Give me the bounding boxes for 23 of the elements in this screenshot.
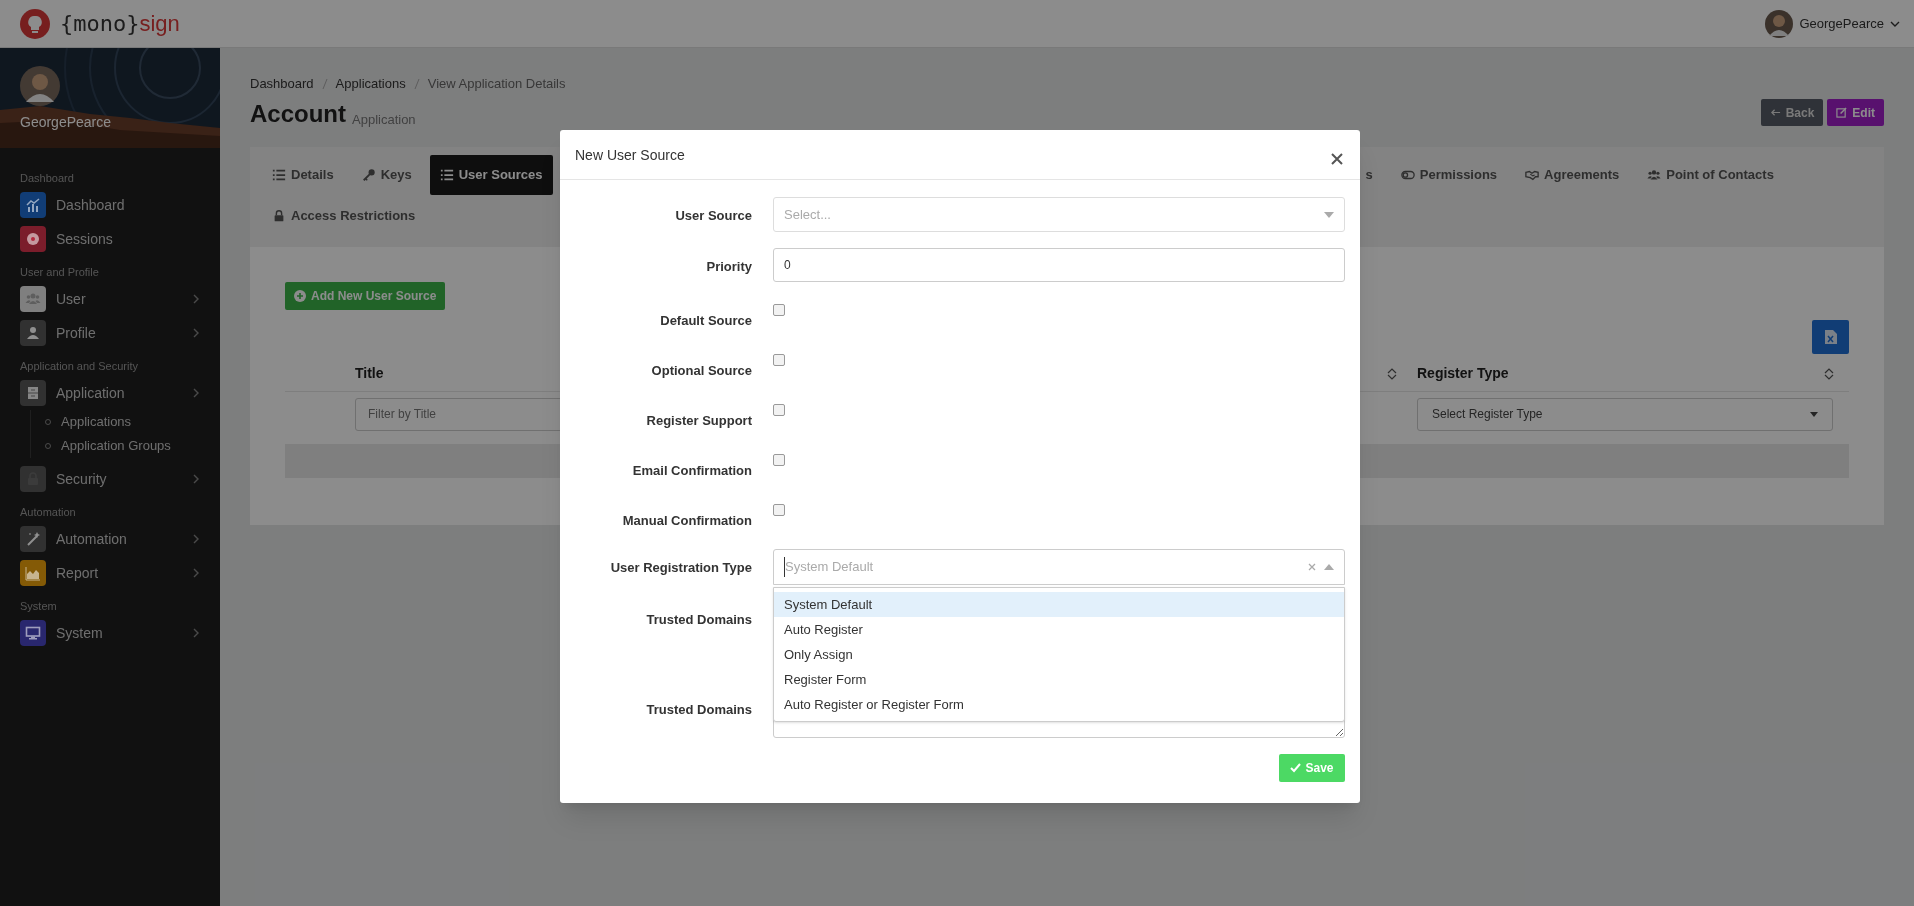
section-title: Automation bbox=[19, 504, 77, 520]
field-label: Default Source bbox=[660, 312, 752, 330]
dialog-title: New User Source bbox=[575, 146, 685, 165]
section-title: Application and Security bbox=[19, 358, 139, 374]
page-subtitle: Application bbox=[352, 110, 416, 129]
column-header: Register Type bbox=[1417, 364, 1509, 383]
field-label: Manual Confirmation bbox=[622, 512, 752, 530]
field-label: Email Confirmation bbox=[632, 462, 752, 480]
user-name: GeorgePearce bbox=[1799, 14, 1884, 33]
page-title: Account bbox=[250, 99, 346, 129]
field-label: Trusted Domains bbox=[646, 701, 752, 719]
section-title: Dashboard bbox=[19, 170, 75, 186]
user-name: GeorgePearce bbox=[20, 113, 112, 132]
section-title: User and Profile bbox=[19, 264, 100, 280]
field-label: User Source bbox=[675, 207, 752, 225]
field-label: Optional Source bbox=[651, 362, 752, 380]
logo-text: sign bbox=[139, 10, 180, 38]
column-header: Title bbox=[355, 364, 384, 383]
logo-text: {mono} bbox=[60, 10, 140, 38]
field-label: Trusted Domains bbox=[646, 611, 752, 629]
field-label: Priority bbox=[706, 258, 752, 276]
section-title: System bbox=[19, 598, 58, 614]
field-label: User Registration Type bbox=[610, 559, 752, 577]
